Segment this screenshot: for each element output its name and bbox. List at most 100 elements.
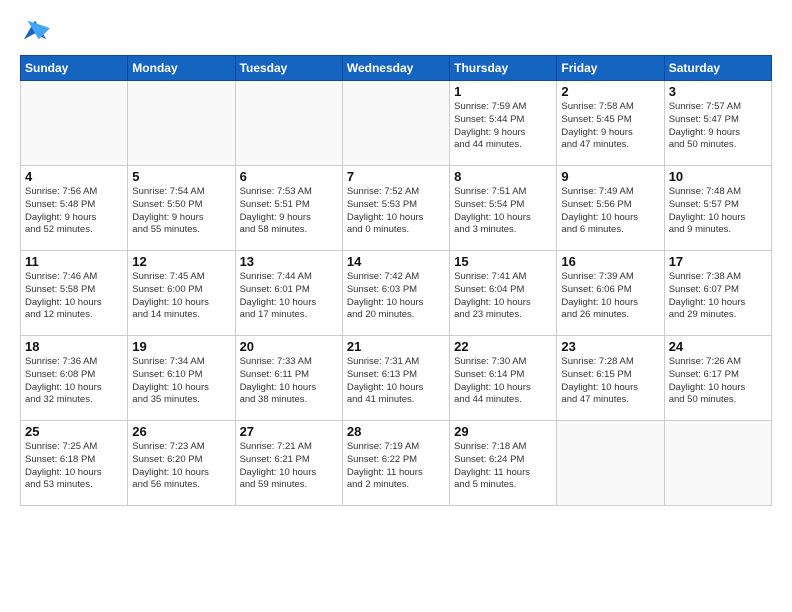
day-info: Sunrise: 7:57 AM Sunset: 5:47 PM Dayligh… bbox=[669, 101, 767, 152]
calendar-cell: 5 Sunrise: 7:54 AM Sunset: 5:50 PM Daylig… bbox=[128, 166, 235, 251]
calendar-cell: 4 Sunrise: 7:56 AM Sunset: 5:48 PM Daylig… bbox=[21, 166, 128, 251]
day-info: Sunrise: 7:23 AM Sunset: 6:20 PM Dayligh… bbox=[132, 441, 230, 492]
weekday-header-sunday: Sunday bbox=[21, 56, 128, 81]
calendar-cell: 23Sunrise: 7:28 AM Sunset: 6:15 PM Dayli… bbox=[557, 336, 664, 421]
day-number: 2 bbox=[561, 84, 659, 99]
day-info: Sunrise: 7:56 AM Sunset: 5:48 PM Dayligh… bbox=[25, 186, 123, 237]
day-number: 26 bbox=[132, 424, 230, 439]
calendar-cell: 10 Sunrise: 7:48 AM Sunset: 5:57 PM Dayli… bbox=[664, 166, 771, 251]
weekday-header-friday: Friday bbox=[557, 56, 664, 81]
day-info: Sunrise: 7:41 AM Sunset: 6:04 PM Dayligh… bbox=[454, 271, 552, 322]
day-number: 11 bbox=[25, 254, 123, 269]
day-number: 8 bbox=[454, 169, 552, 184]
day-info: Sunrise: 7:52 AM Sunset: 5:53 PM Dayligh… bbox=[347, 186, 445, 237]
day-info: Sunrise: 7:58 AM Sunset: 5:45 PM Dayligh… bbox=[561, 101, 659, 152]
calendar-cell: 22 Sunrise: 7:30 AM Sunset: 6:14 PM Dayli… bbox=[450, 336, 557, 421]
day-number: 22 bbox=[454, 339, 552, 354]
week-row-4: 18 Sunrise: 7:36 AM Sunset: 6:08 PM Dayli… bbox=[21, 336, 772, 421]
day-number: 16 bbox=[561, 254, 659, 269]
calendar-cell bbox=[128, 81, 235, 166]
day-number: 25 bbox=[25, 424, 123, 439]
day-info: Sunrise: 7:26 AM Sunset: 6:17 PM Dayligh… bbox=[669, 356, 767, 407]
weekday-header-monday: Monday bbox=[128, 56, 235, 81]
day-number: 28 bbox=[347, 424, 445, 439]
day-info: Sunrise: 7:31 AM Sunset: 6:13 PM Dayligh… bbox=[347, 356, 445, 407]
day-number: 24 bbox=[669, 339, 767, 354]
calendar-cell: 27 Sunrise: 7:21 AM Sunset: 6:21 PM Dayli… bbox=[235, 421, 342, 506]
weekday-header-tuesday: Tuesday bbox=[235, 56, 342, 81]
day-info: Sunrise: 7:21 AM Sunset: 6:21 PM Dayligh… bbox=[240, 441, 338, 492]
week-row-5: 25 Sunrise: 7:25 AM Sunset: 6:18 PM Dayli… bbox=[21, 421, 772, 506]
day-info: Sunrise: 7:45 AM Sunset: 6:00 PM Dayligh… bbox=[132, 271, 230, 322]
day-number: 13 bbox=[240, 254, 338, 269]
week-row-2: 4 Sunrise: 7:56 AM Sunset: 5:48 PM Daylig… bbox=[21, 166, 772, 251]
calendar-cell: 12 Sunrise: 7:45 AM Sunset: 6:00 PM Dayli… bbox=[128, 251, 235, 336]
calendar-table: SundayMondayTuesdayWednesdayThursdayFrid… bbox=[20, 55, 772, 506]
logo bbox=[20, 15, 50, 45]
day-number: 20 bbox=[240, 339, 338, 354]
calendar-cell bbox=[21, 81, 128, 166]
calendar-cell: 16 Sunrise: 7:39 AM Sunset: 6:06 PM Dayli… bbox=[557, 251, 664, 336]
header bbox=[20, 15, 772, 45]
day-info: Sunrise: 7:44 AM Sunset: 6:01 PM Dayligh… bbox=[240, 271, 338, 322]
day-number: 15 bbox=[454, 254, 552, 269]
calendar-cell: 21 Sunrise: 7:31 AM Sunset: 6:13 PM Dayli… bbox=[342, 336, 449, 421]
day-number: 1 bbox=[454, 84, 552, 99]
calendar-cell: 20 Sunrise: 7:33 AM Sunset: 6:11 PM Dayli… bbox=[235, 336, 342, 421]
calendar-cell: 14 Sunrise: 7:42 AM Sunset: 6:03 PM Dayli… bbox=[342, 251, 449, 336]
weekday-header-wednesday: Wednesday bbox=[342, 56, 449, 81]
weekday-header-thursday: Thursday bbox=[450, 56, 557, 81]
day-number: 17 bbox=[669, 254, 767, 269]
calendar-cell: 2 Sunrise: 7:58 AM Sunset: 5:45 PM Daylig… bbox=[557, 81, 664, 166]
calendar-cell: 8 Sunrise: 7:51 AM Sunset: 5:54 PM Daylig… bbox=[450, 166, 557, 251]
calendar-cell bbox=[342, 81, 449, 166]
calendar-cell: 11 Sunrise: 7:46 AM Sunset: 5:58 PM Dayli… bbox=[21, 251, 128, 336]
day-info: Sunrise: 7:51 AM Sunset: 5:54 PM Dayligh… bbox=[454, 186, 552, 237]
day-number: 12 bbox=[132, 254, 230, 269]
calendar-cell: 15 Sunrise: 7:41 AM Sunset: 6:04 PM Dayli… bbox=[450, 251, 557, 336]
day-info: Sunrise: 7:46 AM Sunset: 5:58 PM Dayligh… bbox=[25, 271, 123, 322]
day-info: Sunrise: 7:59 AM Sunset: 5:44 PM Dayligh… bbox=[454, 101, 552, 152]
calendar-cell bbox=[235, 81, 342, 166]
day-info: Sunrise: 7:53 AM Sunset: 5:51 PM Dayligh… bbox=[240, 186, 338, 237]
calendar-cell: 13 Sunrise: 7:44 AM Sunset: 6:01 PM Dayli… bbox=[235, 251, 342, 336]
calendar-cell: 7 Sunrise: 7:52 AM Sunset: 5:53 PM Daylig… bbox=[342, 166, 449, 251]
day-number: 27 bbox=[240, 424, 338, 439]
day-info: Sunrise: 7:42 AM Sunset: 6:03 PM Dayligh… bbox=[347, 271, 445, 322]
calendar-cell bbox=[557, 421, 664, 506]
day-info: Sunrise: 7:28 AM Sunset: 6:15 PM Dayligh… bbox=[561, 356, 659, 407]
day-info: Sunrise: 7:34 AM Sunset: 6:10 PM Dayligh… bbox=[132, 356, 230, 407]
day-number: 3 bbox=[669, 84, 767, 99]
calendar-cell bbox=[664, 421, 771, 506]
calendar-cell: 9 Sunrise: 7:49 AM Sunset: 5:56 PM Daylig… bbox=[557, 166, 664, 251]
day-number: 6 bbox=[240, 169, 338, 184]
day-info: Sunrise: 7:19 AM Sunset: 6:22 PM Dayligh… bbox=[347, 441, 445, 492]
weekday-header-saturday: Saturday bbox=[664, 56, 771, 81]
day-info: Sunrise: 7:36 AM Sunset: 6:08 PM Dayligh… bbox=[25, 356, 123, 407]
day-info: Sunrise: 7:33 AM Sunset: 6:11 PM Dayligh… bbox=[240, 356, 338, 407]
day-info: Sunrise: 7:25 AM Sunset: 6:18 PM Dayligh… bbox=[25, 441, 123, 492]
day-number: 4 bbox=[25, 169, 123, 184]
weekday-header-row: SundayMondayTuesdayWednesdayThursdayFrid… bbox=[21, 56, 772, 81]
day-info: Sunrise: 7:54 AM Sunset: 5:50 PM Dayligh… bbox=[132, 186, 230, 237]
day-number: 21 bbox=[347, 339, 445, 354]
day-number: 5 bbox=[132, 169, 230, 184]
day-info: Sunrise: 7:49 AM Sunset: 5:56 PM Dayligh… bbox=[561, 186, 659, 237]
calendar-cell: 25 Sunrise: 7:25 AM Sunset: 6:18 PM Dayli… bbox=[21, 421, 128, 506]
calendar-cell: 17Sunrise: 7:38 AM Sunset: 6:07 PM Dayli… bbox=[664, 251, 771, 336]
day-info: Sunrise: 7:39 AM Sunset: 6:06 PM Dayligh… bbox=[561, 271, 659, 322]
day-number: 10 bbox=[669, 169, 767, 184]
day-number: 9 bbox=[561, 169, 659, 184]
week-row-3: 11 Sunrise: 7:46 AM Sunset: 5:58 PM Dayli… bbox=[21, 251, 772, 336]
day-info: Sunrise: 7:48 AM Sunset: 5:57 PM Dayligh… bbox=[669, 186, 767, 237]
day-info: Sunrise: 7:30 AM Sunset: 6:14 PM Dayligh… bbox=[454, 356, 552, 407]
calendar-cell: 1 Sunrise: 7:59 AM Sunset: 5:44 PM Daylig… bbox=[450, 81, 557, 166]
day-number: 29 bbox=[454, 424, 552, 439]
day-info: Sunrise: 7:18 AM Sunset: 6:24 PM Dayligh… bbox=[454, 441, 552, 492]
day-number: 7 bbox=[347, 169, 445, 184]
calendar-cell: 19Sunrise: 7:34 AM Sunset: 6:10 PM Dayli… bbox=[128, 336, 235, 421]
calendar-cell: 29 Sunrise: 7:18 AM Sunset: 6:24 PM Dayli… bbox=[450, 421, 557, 506]
day-number: 18 bbox=[25, 339, 123, 354]
calendar-cell: 24 Sunrise: 7:26 AM Sunset: 6:17 PM Dayli… bbox=[664, 336, 771, 421]
day-number: 14 bbox=[347, 254, 445, 269]
